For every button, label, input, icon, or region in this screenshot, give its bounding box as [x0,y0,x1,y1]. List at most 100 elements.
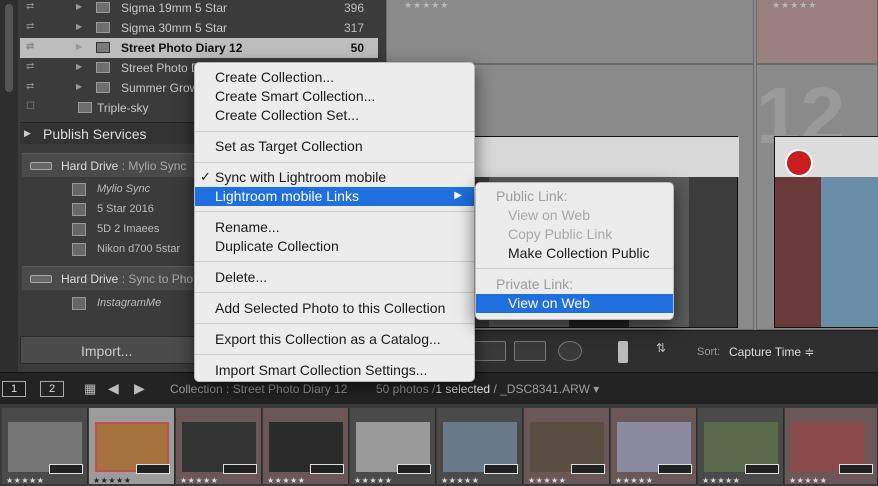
menu-item-create-collection[interactable]: Create Collection... [195,68,474,87]
collection-name: Street Photo D [121,61,200,75]
filename: / _DSC8341.ARW ▾ [493,382,600,396]
import-button[interactable]: Import... [20,336,200,364]
expand-triangle-icon[interactable]: ▶ [76,42,82,51]
menu-separator [195,131,474,132]
filmstrip-photo-count[interactable]: 50 photos /1 selected / _DSC8341.ARW ▾ [376,382,599,396]
collection-name: Summer Grow [121,81,199,95]
filmstrip[interactable]: ★★★★★ ★★★★★ ★★★★★ ★★★★★ ★★★★★ ★★★★★ ★★★★… [0,404,878,486]
collection-icon [96,82,110,93]
thumbnail-badges-icon [136,464,170,474]
sync-arrows-icon: ⇄ [26,1,35,12]
sync-arrows-icon: ⇄ [26,61,35,72]
filmstrip-thumbnail[interactable]: ★★★★★ [437,408,523,485]
hard-drive-icon [30,162,52,170]
filmstrip-thumbnail[interactable]: ★★★★★ [698,408,784,485]
submenu-private-header: Private Link: [496,276,574,292]
published-collection-name: InstagramMe [97,297,162,309]
menu-item-set-target[interactable]: Set as Target Collection [195,137,474,156]
published-folder-icon [72,203,86,216]
thumbnail-badges-icon [745,464,779,474]
menu-item-duplicate[interactable]: Duplicate Collection [195,237,474,256]
collection-name: Sigma 19mm 5 Star [121,1,228,15]
thumbnail-badges-icon [839,464,873,474]
published-collection-name: 5D 2 Imaees [97,223,160,235]
rating-stars: ★★★★★ [267,476,306,485]
menu-item-create-collection-set[interactable]: Create Collection Set... [195,106,474,125]
compare-view-button[interactable] [474,341,506,361]
published-collection-name: Mylio Sync [97,183,151,195]
grid-view-icon[interactable]: ▦ [84,381,96,397]
collapse-triangle-icon[interactable]: ▶ [24,128,31,139]
back-arrow-icon[interactable]: ◀ [108,380,119,397]
collection-count: 50 [350,41,364,55]
collection-row[interactable]: ⇄ ▶ Sigma 19mm 5 Star 396 [20,0,378,18]
thumbnail-badges-icon [223,464,257,474]
rating-stars: ★★★★★ [615,476,654,485]
rating-stars: ★★★★★ [93,476,132,485]
menu-item-import-smart-settings[interactable]: Import Smart Collection Settings... [195,361,474,380]
collection-name: Sigma 30mm 5 Star [121,21,228,35]
expand-triangle-icon[interactable]: ▶ [76,82,82,91]
menu-item-export-catalog[interactable]: Export this Collection as a Catalog... [195,330,474,349]
import-label: Import... [81,343,133,359]
filmstrip-thumbnail-selected[interactable]: ★★★★★ [89,408,175,485]
sort-direction-icon[interactable]: ⇅ [656,341,688,363]
menu-separator [195,211,474,212]
sync-arrows-icon: ⇄ [26,21,35,32]
service-name: Hard Drive [61,272,119,286]
filmstrip-thumbnail[interactable]: ★★★★★ [524,408,610,485]
menu-item-sync-mobile[interactable]: ✓ Sync with Lightroom mobile [195,168,474,187]
filmstrip-thumbnail[interactable]: ★★★★★ [176,408,262,485]
hard-drive-icon [30,275,52,283]
submenu-private-view-web[interactable]: View on Web [476,294,673,313]
menu-item-mobile-links[interactable]: Lightroom mobile Links ▶ [195,187,474,206]
thumbnail-badges-icon [397,464,431,474]
menu-item-delete[interactable]: Delete... [195,268,474,287]
filmstrip-thumbnail[interactable]: ★★★★★ [350,408,436,485]
rating-stars: ★★★★★ [702,476,741,485]
filmstrip-source-path[interactable]: Collection : Street Photo Diary 12 [170,382,347,396]
filmstrip-thumbnail[interactable]: ★★★★★ [263,408,349,485]
menu-item-rename[interactable]: Rename... [195,218,474,237]
collection-row[interactable]: ⇄ ▶ Sigma 30mm 5 Star 317 [20,18,378,38]
scrollbar-thumb[interactable] [5,4,13,92]
forward-arrow-icon[interactable]: ▶ [134,380,145,397]
photo-count: 50 photos / [376,382,436,396]
thumbnail-badges-icon [49,464,83,474]
expand-triangle-icon[interactable]: ▶ [76,22,82,31]
photo-thumbnail[interactable] [774,136,878,328]
filmstrip-thumbnail[interactable]: ★★★★★ [611,408,697,485]
filmstrip-thumbnail[interactable]: ★★★★★ [785,408,878,485]
menu-item-create-smart-collection[interactable]: Create Smart Collection... [195,87,474,106]
expand-triangle-icon[interactable]: ▶ [76,2,82,11]
thumbnail-badges-icon [310,464,344,474]
menu-separator [195,261,474,262]
collection-row-selected[interactable]: ⇄ ▶ Street Photo Diary 12 50 [20,38,378,58]
primary-monitor-button[interactable]: 1 [2,381,26,397]
submenu-make-public[interactable]: Make Collection Public [476,244,673,263]
collection-icon [96,42,110,53]
rating-stars: ★★★★★ [789,476,828,485]
secondary-monitor-button[interactable]: 2 [40,381,64,397]
rating-stars: ★★★★★ [404,0,450,10]
filmstrip-thumbnail[interactable]: ★★★★★ [2,408,88,485]
rating-stars: ★★★★★ [354,476,393,485]
mobile-links-submenu: Public Link: View on Web Copy Public Lin… [475,182,674,320]
menu-separator [476,268,673,269]
service-name: Hard Drive [61,159,119,173]
no-entry-sign [785,149,813,177]
thumbnail-badges-icon [484,464,518,474]
submenu-copy-public-link: Copy Public Link [508,226,613,242]
sort-select[interactable]: Capture Time ≑ [729,345,814,359]
people-view-button[interactable] [558,341,582,361]
menu-item-add-selected-photo[interactable]: Add Selected Photo to this Collection [195,299,474,318]
painter-icon[interactable] [618,341,628,363]
thumbnail-badges-icon [658,464,692,474]
collection-icon [96,22,110,33]
checkbox-icon[interactable]: ☐ [26,101,35,112]
publish-services-title: Publish Services [43,126,147,142]
expand-triangle-icon[interactable]: ▶ [76,62,82,71]
left-panel-scrollbar[interactable] [0,0,18,372]
survey-view-button[interactable] [514,341,546,361]
menu-separator [195,323,474,324]
